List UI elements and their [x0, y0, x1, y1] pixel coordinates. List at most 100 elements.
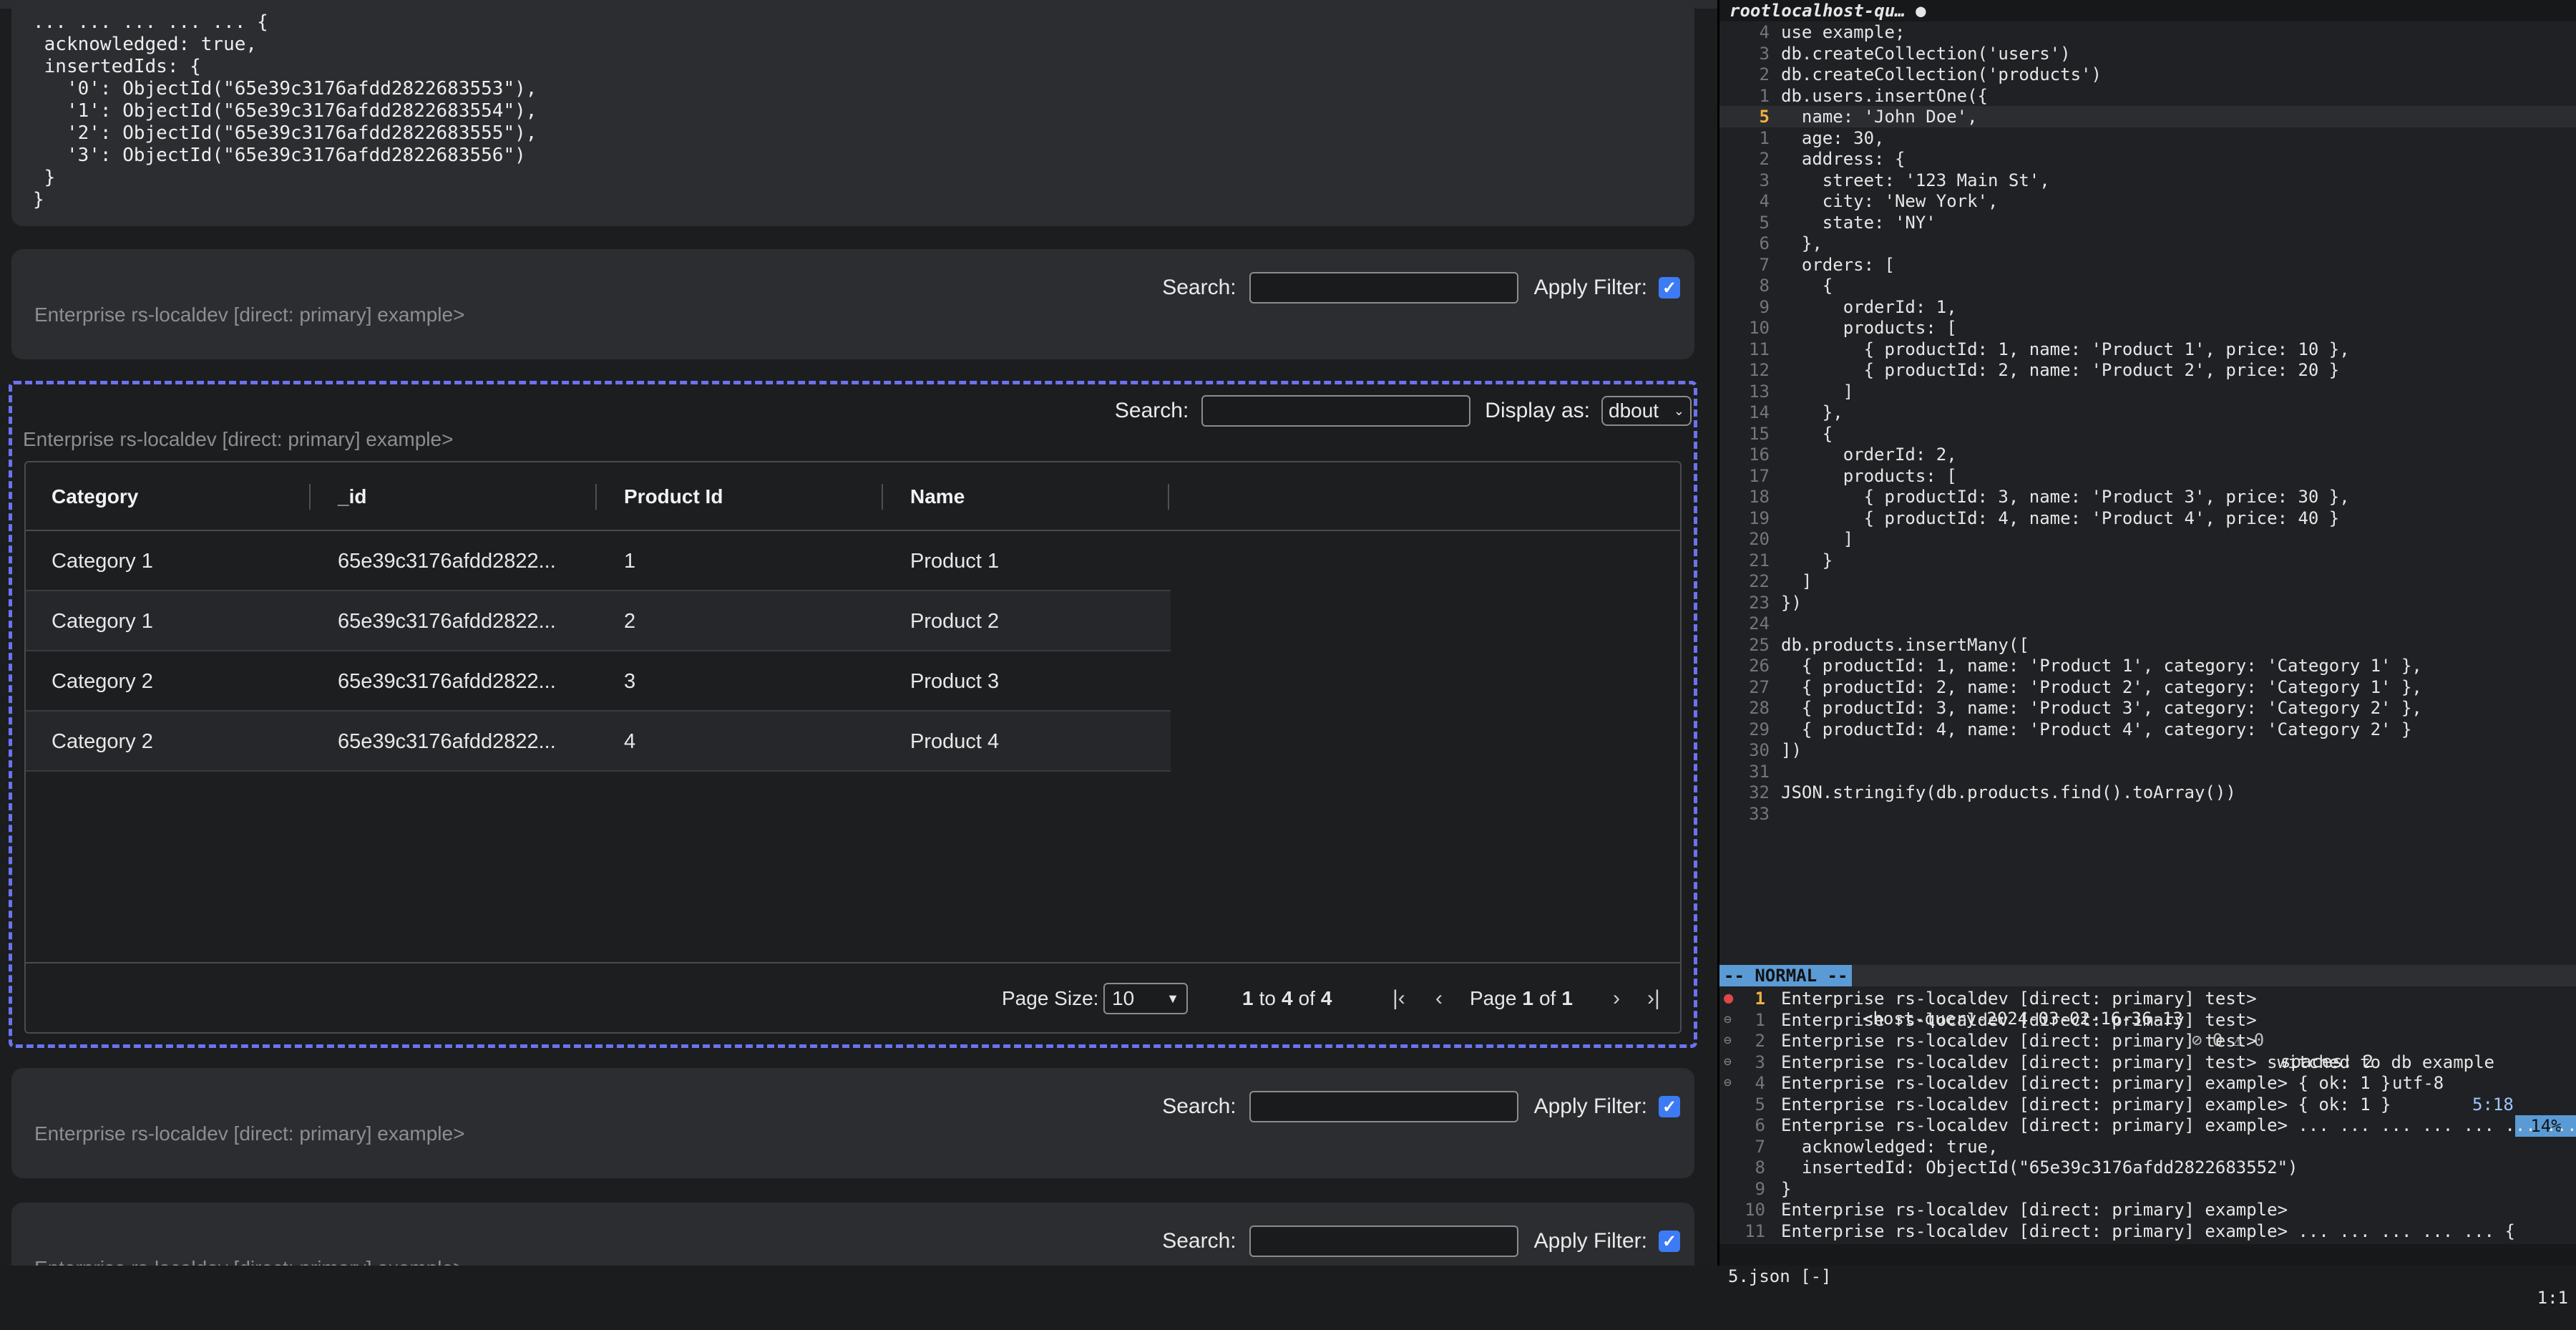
editor-line[interactable]: 9 orderId: 1, — [1719, 296, 2576, 318]
editor-line[interactable]: 8 { — [1719, 275, 2576, 296]
line-number: 1 — [1759, 127, 1770, 148]
editor-line[interactable]: 2 db.createCollection('products') — [1719, 64, 2576, 85]
editor-line[interactable]: 15 { — [1719, 423, 2576, 445]
vim-editor-pane: rootlocalhost-qu… ● 4 use example; 3 db.cre… — [1717, 0, 2576, 1308]
editor-line[interactable]: 16 orderId: 2, — [1719, 444, 2576, 465]
line-number: 1 — [1759, 85, 1770, 106]
editor-line[interactable]: 29 { productId: 4, name: 'Product 4', ca… — [1719, 719, 2576, 740]
code-text: } — [1781, 550, 1833, 571]
code-text: age: 30, — [1781, 127, 1885, 148]
terminal-text: Enterprise rs-localdev [direct: primary]… — [1781, 1009, 2257, 1030]
code-text: orders: [ — [1781, 254, 1895, 275]
table-row[interactable]: Category 1 65e39c3176afdd2822... 1 Produ… — [26, 531, 1171, 591]
output-line: '1': ObjectId("65e39c3176afdd2822683554"… — [33, 100, 537, 122]
column-header-id[interactable]: _id — [338, 462, 366, 531]
terminal-line: 10 Enterprise rs-localdev [direct: primar… — [1719, 1199, 2576, 1220]
column-header-product-id[interactable]: Product Id — [624, 462, 723, 531]
editor-line[interactable]: 32 JSON.stringify(db.products.find().toAr… — [1719, 782, 2576, 803]
editor-line[interactable]: 18 { productId: 3, name: 'Product 3', pr… — [1719, 486, 2576, 508]
terminal-text: Enterprise rs-localdev [direct: primary]… — [1781, 1094, 2391, 1115]
editor-line[interactable]: 5 name: 'John Doe', — [1719, 106, 2576, 127]
first-page-icon[interactable]: |‹ — [1392, 963, 1405, 1032]
search-label: Search: — [1162, 1229, 1236, 1253]
tab-title[interactable]: rootlocalhost-qu… ● — [1729, 1, 1926, 21]
editor-line[interactable]: 23}) — [1719, 592, 2576, 613]
editor-line[interactable]: 1 db.users.insertOne({ — [1719, 85, 2576, 107]
code-text: db.products.insertMany([ — [1781, 634, 2029, 655]
apply-filter-checkbox[interactable]: ✓ — [1659, 277, 1680, 298]
output-line: acknowledged: true, — [33, 34, 258, 55]
editor-line[interactable]: 2 address: { — [1719, 148, 2576, 170]
line-number: 4 — [1759, 191, 1770, 211]
terminal-text: Enterprise rs-localdev [direct: primary]… — [1781, 1073, 2391, 1093]
editor-line[interactable]: 26 { productId: 1, name: 'Product 1', ca… — [1719, 655, 2576, 676]
search-input[interactable] — [1249, 1225, 1518, 1257]
editor-line[interactable]: 3 street: '123 Main St', — [1719, 170, 2576, 191]
display-as-select[interactable]: dbout ⌄ — [1601, 396, 1692, 426]
cell-id: 65e39c3176afdd2822... — [338, 549, 556, 573]
table-row[interactable]: Category 1 65e39c3176afdd2822... 2 Produ… — [26, 591, 1171, 651]
editor-line[interactable]: 19 { productId: 4, name: 'Product 4', pr… — [1719, 508, 2576, 529]
code-text: { — [1781, 423, 1833, 444]
editor-line[interactable]: 5 state: 'NY' — [1719, 212, 2576, 233]
editor-line[interactable]: 4 use example; — [1719, 21, 2576, 43]
editor-line[interactable]: 33 — [1719, 803, 2576, 825]
editor-line[interactable]: 25 db.products.insertMany([ — [1719, 634, 2576, 656]
editor-line[interactable]: 31 — [1719, 761, 2576, 782]
column-separator[interactable] — [882, 484, 883, 510]
output-line: '3': ObjectId("65e39c3176afdd2822683556"… — [33, 145, 526, 166]
prev-page-icon[interactable]: ‹ — [1435, 963, 1443, 1032]
editor-line[interactable]: 13 ] — [1719, 381, 2576, 402]
cell-toolbar: Search: Apply Filter: ✓ — [1162, 1089, 1680, 1124]
editor-line[interactable]: 4 city: 'New York', — [1719, 190, 2576, 212]
editor-line[interactable]: 14 }, — [1719, 402, 2576, 423]
table-row[interactable]: Category 2 65e39c3176afdd2822... 3 Produ… — [26, 651, 1171, 712]
search-input[interactable] — [1249, 272, 1518, 304]
line-number: 25 — [1749, 634, 1770, 655]
editor-line[interactable]: 7 orders: [ — [1719, 254, 2576, 276]
apply-filter-checkbox[interactable]: ✓ — [1659, 1231, 1680, 1252]
editor-line[interactable]: 1 age: 30, — [1719, 127, 2576, 149]
editor-line[interactable]: 17 products: [ — [1719, 465, 2576, 487]
output-line: } — [33, 189, 44, 210]
column-header-name[interactable]: Name — [910, 462, 965, 531]
column-header-category[interactable]: Category — [52, 462, 138, 531]
next-page-icon[interactable]: › — [1613, 963, 1620, 1032]
column-separator[interactable] — [1168, 484, 1169, 510]
display-as-value: dbout — [1609, 399, 1659, 422]
line-number: 3 — [1755, 1052, 1765, 1072]
table-row[interactable]: Category 2 65e39c3176afdd2822... 4 Produ… — [26, 712, 1171, 772]
editor-line[interactable]: 3 db.createCollection('users') — [1719, 43, 2576, 64]
search-input[interactable] — [1201, 395, 1471, 427]
line-number: 31 — [1749, 761, 1770, 782]
cell-id: 65e39c3176afdd2822... — [338, 729, 556, 753]
line-number: 5 — [1759, 107, 1770, 127]
column-separator[interactable] — [595, 484, 597, 510]
editor-line[interactable]: 10 products: [ — [1719, 317, 2576, 339]
page-of-word: of — [1538, 987, 1556, 1009]
line-number: 28 — [1749, 698, 1770, 718]
apply-filter-checkbox[interactable]: ✓ — [1659, 1096, 1680, 1117]
editor-line[interactable]: 11 { productId: 1, name: 'Product 1', pr… — [1719, 339, 2576, 360]
range-total: 4 — [1320, 987, 1332, 1009]
editor-line[interactable]: 6 }, — [1719, 233, 2576, 254]
editor-line[interactable]: 22 ] — [1719, 571, 2576, 592]
terminal-line: ⊖ 1 Enterprise rs-localdev [direct: primar… — [1719, 1009, 2576, 1031]
search-input[interactable] — [1249, 1091, 1518, 1122]
code-text: products: [ — [1781, 465, 1957, 486]
editor-line[interactable]: 28 { productId: 3, name: 'Product 3', ca… — [1719, 697, 2576, 719]
editor-line[interactable]: 30]) — [1719, 739, 2576, 761]
code-text: { productId: 3, name: 'Product 3', price… — [1781, 487, 2350, 507]
editor-line[interactable]: 21 } — [1719, 550, 2576, 571]
last-page-icon[interactable]: ›| — [1647, 963, 1660, 1032]
page-size-select[interactable]: 10 ▼ — [1103, 983, 1188, 1014]
editor-line[interactable]: 20 ] — [1719, 528, 2576, 550]
editor-line[interactable]: 12 { productId: 2, name: 'Product 2', pr… — [1719, 359, 2576, 381]
line-number: 30 — [1749, 740, 1770, 760]
shell-prompt: Enterprise rs-localdev [direct: primary]… — [34, 1122, 465, 1145]
editor-line[interactable]: 24 — [1719, 613, 2576, 634]
column-separator[interactable] — [309, 484, 311, 510]
search-label: Search: — [1162, 1094, 1236, 1118]
editor-line[interactable]: 27 { productId: 2, name: 'Product 2', ca… — [1719, 676, 2576, 698]
grid-header: Category _id Product Id Name — [26, 462, 1680, 531]
